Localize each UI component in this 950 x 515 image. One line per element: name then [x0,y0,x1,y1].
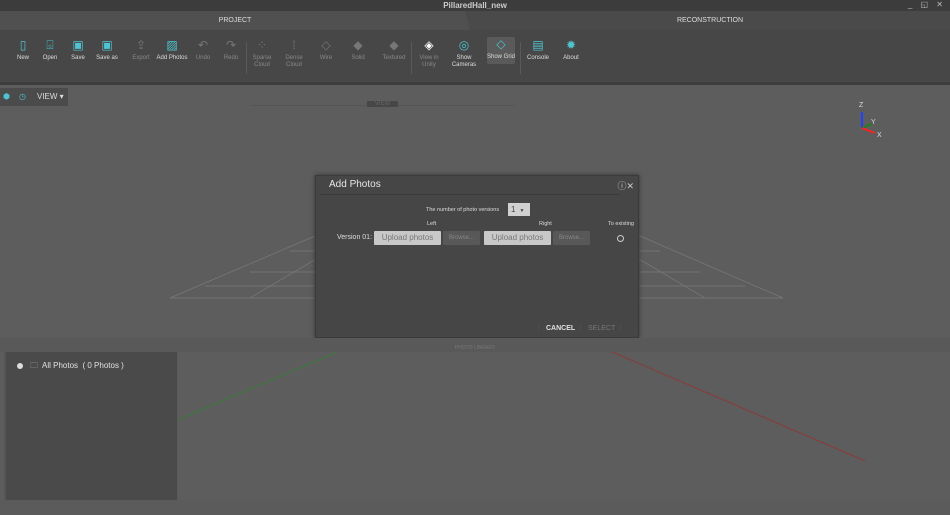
chevron-down-icon: ▼ [519,208,524,214]
add-photos-dialog: Add Photos ⓘ✕ The number of photo versio… [315,175,639,338]
label: Add Photos [156,55,187,61]
dialog-title: Add Photos [329,179,381,190]
show-cameras-button[interactable]: ◎ Show Cameras [447,38,481,69]
view-bar: ⬢ ◷ VIEW ▾ [0,88,68,106]
value: 1 [511,205,515,214]
export-button[interactable]: ⇪ Export [124,38,158,62]
label: View in Unity [419,55,438,68]
dense-cloud-icon: ⁞ [287,38,301,52]
divider: | [580,324,582,331]
save-as-icon: ▣ [100,38,114,52]
photo-library-content [177,352,950,500]
folder-icon: 🗀 [30,360,38,374]
left-label: Left [427,221,436,227]
upload-left-button[interactable]: Upload photos [374,231,441,245]
label: Dense Cloud [285,55,302,68]
history-icon[interactable]: ◷ [19,88,26,106]
photo-library-tree: 🗀 All Photos ( 0 Photos ) [4,352,177,500]
all-photos-item[interactable]: All Photos ( 0 Photos ) [42,361,124,370]
z-axis-label: Z [859,102,863,109]
photo-library-header: PHOTO LIBRARY [0,338,950,352]
select-button[interactable]: SELECT [588,325,615,332]
photo-count: ( 0 Photos ) [82,361,123,370]
divider: | [538,324,540,331]
to-existing-label: To existing [608,221,634,227]
title-bar: PillaredHall_new [0,0,950,11]
label: Wire [320,55,332,61]
tab-project[interactable]: PROJECT [0,11,470,30]
divider [320,194,620,195]
unity-icon: ◈ [422,38,436,52]
label: New [17,55,29,61]
cube-icon[interactable]: ⬢ [3,88,10,106]
browse-left-button[interactable]: Browse... [443,231,480,245]
tab-reconstruction[interactable]: RECONSTRUCTION [470,11,950,30]
add-photos-button[interactable]: ▨ Add Photos [155,38,189,62]
divider: | [620,324,622,331]
label: All Photos [42,361,78,370]
grid-icon: ◇ [494,37,508,51]
export-icon: ⇪ [134,38,148,52]
console-button[interactable]: ▤ Console [521,38,555,62]
tab-bar: PROJECT RECONSTRUCTION [0,11,950,30]
redo-icon: ↷ [224,38,238,52]
textured-button[interactable]: ◆ Textured [377,38,411,62]
browse-right-button[interactable]: Browse... [553,231,590,245]
sparse-cloud-button[interactable]: ⁘ Sparse Cloud [245,38,279,69]
label: Show Grid [487,54,515,60]
redo-button[interactable]: ↷ Redo [214,38,248,62]
label: Save [71,55,85,61]
label: Show Cameras [452,55,476,68]
radio-selected[interactable] [17,363,23,369]
label: Solid [351,55,364,61]
view-dropdown[interactable]: VIEW ▾ [37,88,64,106]
label: PHOTO LIBRARY [455,345,495,351]
gear-icon: ✹ [564,38,578,52]
versions-label: The number of photo versions [426,207,499,213]
window-title: PillaredHall_new [443,1,507,10]
save-icon: ▣ [71,38,85,52]
dialog-info-close[interactable]: ⓘ✕ [617,179,634,192]
solid-button[interactable]: ◆ Solid [341,38,375,62]
versions-select[interactable]: 1▼ [508,203,530,216]
label: Sparse Cloud [252,55,271,68]
label: Undo [196,55,210,61]
y-axis-label: Y [871,119,876,126]
camera-icon: ◎ [457,38,471,52]
window-controls[interactable]: _ ◱ ✕ [908,0,946,9]
new-file-icon: ▯ [16,38,30,52]
image-icon: ▨ [165,38,179,52]
wire-icon: ◇ [319,38,333,52]
folder-icon: ⌺ [43,38,57,52]
right-label: Right [539,221,552,227]
label: Redo [224,55,238,61]
show-grid-button[interactable]: ◇ Show Grid [487,37,515,64]
label: Save as [96,55,118,61]
label: Export [132,55,149,61]
upload-right-button[interactable]: Upload photos [484,231,551,245]
x-axis-label: X [877,132,882,139]
save-as-button[interactable]: ▣ Save as [90,38,124,62]
status-bar [0,500,950,515]
sparse-cloud-icon: ⁘ [255,38,269,52]
version-label: Version 01: [337,234,372,241]
view-in-unity-button[interactable]: ◈ View in Unity [412,38,446,69]
undo-icon: ↶ [196,38,210,52]
to-existing-radio[interactable] [617,235,624,242]
wire-button[interactable]: ◇ Wire [309,38,343,62]
label: Textured [382,55,405,61]
console-icon: ▤ [531,38,545,52]
label: About [563,55,579,61]
textured-icon: ◆ [387,38,401,52]
label: Open [43,55,58,61]
label: Console [527,55,549,61]
cancel-button[interactable]: CANCEL [546,325,575,332]
dense-cloud-button[interactable]: ⁞ Dense Cloud [277,38,311,69]
about-button[interactable]: ✹ About [554,38,588,62]
solid-icon: ◆ [351,38,365,52]
toolbar: ▯ New ⌺ Open ▣ Save ▣ Save as ⇪ Export ▨ Add P… [0,30,950,85]
